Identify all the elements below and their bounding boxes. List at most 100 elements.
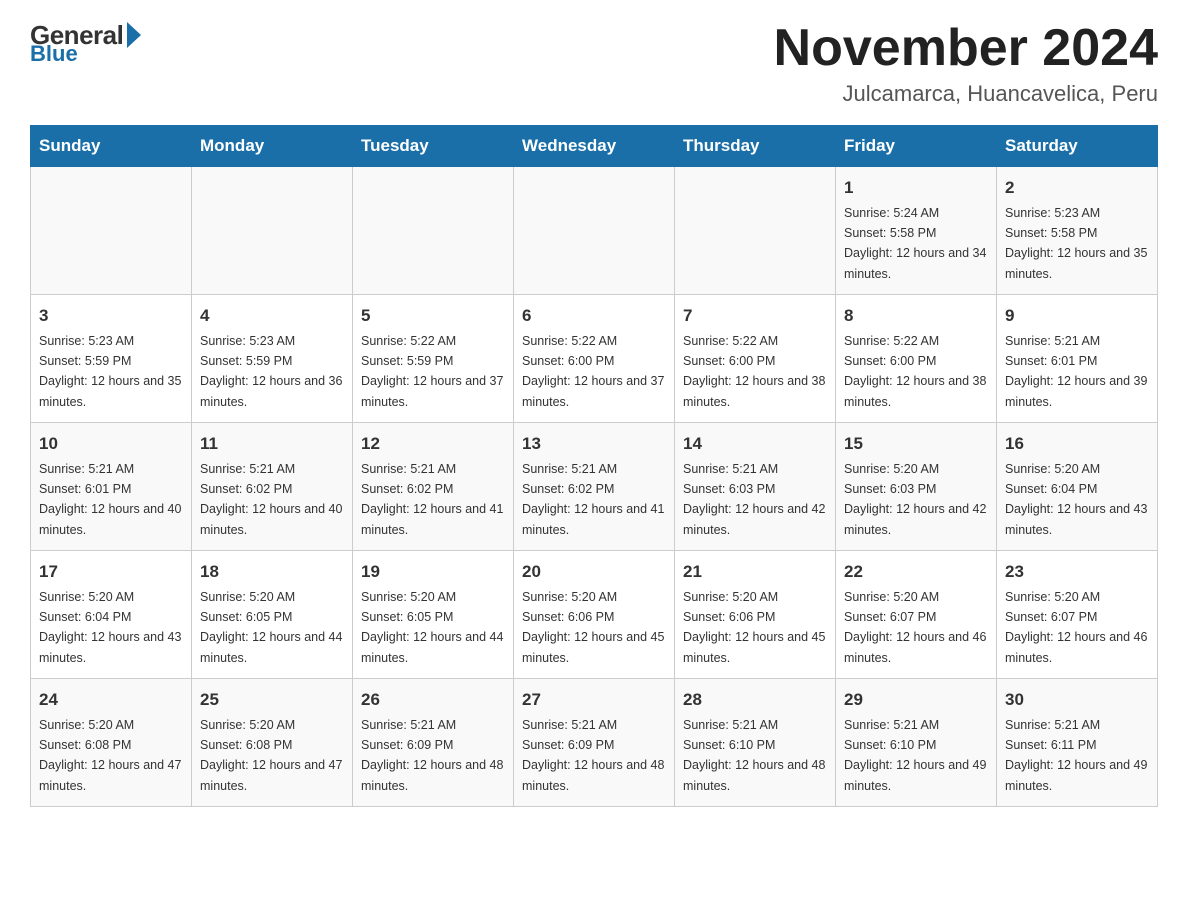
day-number: 4 xyxy=(200,303,344,329)
day-info: Sunrise: 5:22 AMSunset: 6:00 PMDaylight:… xyxy=(683,334,825,409)
day-info: Sunrise: 5:21 AMSunset: 6:01 PMDaylight:… xyxy=(1005,334,1147,409)
calendar-table: Sunday Monday Tuesday Wednesday Thursday… xyxy=(30,125,1158,807)
calendar-header-row: Sunday Monday Tuesday Wednesday Thursday… xyxy=(31,126,1158,167)
logo-arrow-icon xyxy=(127,22,141,48)
calendar-title: November 2024 xyxy=(774,20,1158,77)
calendar-cell: 28 Sunrise: 5:21 AMSunset: 6:10 PMDaylig… xyxy=(675,679,836,807)
calendar-cell xyxy=(353,167,514,295)
logo: General Blue xyxy=(30,20,141,67)
calendar-cell: 17 Sunrise: 5:20 AMSunset: 6:04 PMDaylig… xyxy=(31,551,192,679)
calendar-cell: 15 Sunrise: 5:20 AMSunset: 6:03 PMDaylig… xyxy=(836,423,997,551)
day-info: Sunrise: 5:23 AMSunset: 5:59 PMDaylight:… xyxy=(39,334,181,409)
calendar-cell xyxy=(192,167,353,295)
calendar-cell xyxy=(31,167,192,295)
day-number: 5 xyxy=(361,303,505,329)
header-tuesday: Tuesday xyxy=(353,126,514,167)
calendar-cell: 13 Sunrise: 5:21 AMSunset: 6:02 PMDaylig… xyxy=(514,423,675,551)
calendar-cell: 10 Sunrise: 5:21 AMSunset: 6:01 PMDaylig… xyxy=(31,423,192,551)
header-saturday: Saturday xyxy=(997,126,1158,167)
day-number: 23 xyxy=(1005,559,1149,585)
day-info: Sunrise: 5:23 AMSunset: 5:59 PMDaylight:… xyxy=(200,334,342,409)
header-wednesday: Wednesday xyxy=(514,126,675,167)
calendar-week-row: 10 Sunrise: 5:21 AMSunset: 6:01 PMDaylig… xyxy=(31,423,1158,551)
calendar-cell: 9 Sunrise: 5:21 AMSunset: 6:01 PMDayligh… xyxy=(997,295,1158,423)
calendar-cell: 2 Sunrise: 5:23 AMSunset: 5:58 PMDayligh… xyxy=(997,167,1158,295)
calendar-week-row: 1 Sunrise: 5:24 AMSunset: 5:58 PMDayligh… xyxy=(31,167,1158,295)
calendar-week-row: 17 Sunrise: 5:20 AMSunset: 6:04 PMDaylig… xyxy=(31,551,1158,679)
day-number: 27 xyxy=(522,687,666,713)
day-number: 24 xyxy=(39,687,183,713)
day-number: 22 xyxy=(844,559,988,585)
day-number: 6 xyxy=(522,303,666,329)
day-number: 14 xyxy=(683,431,827,457)
calendar-cell: 24 Sunrise: 5:20 AMSunset: 6:08 PMDaylig… xyxy=(31,679,192,807)
day-info: Sunrise: 5:22 AMSunset: 6:00 PMDaylight:… xyxy=(844,334,986,409)
day-number: 9 xyxy=(1005,303,1149,329)
header-thursday: Thursday xyxy=(675,126,836,167)
day-number: 21 xyxy=(683,559,827,585)
calendar-cell: 5 Sunrise: 5:22 AMSunset: 5:59 PMDayligh… xyxy=(353,295,514,423)
day-number: 12 xyxy=(361,431,505,457)
day-number: 20 xyxy=(522,559,666,585)
day-number: 30 xyxy=(1005,687,1149,713)
day-info: Sunrise: 5:20 AMSunset: 6:03 PMDaylight:… xyxy=(844,462,986,537)
calendar-cell: 11 Sunrise: 5:21 AMSunset: 6:02 PMDaylig… xyxy=(192,423,353,551)
day-info: Sunrise: 5:21 AMSunset: 6:03 PMDaylight:… xyxy=(683,462,825,537)
header-friday: Friday xyxy=(836,126,997,167)
title-section: November 2024 Julcamarca, Huancavelica, … xyxy=(774,20,1158,107)
day-info: Sunrise: 5:21 AMSunset: 6:02 PMDaylight:… xyxy=(522,462,664,537)
day-info: Sunrise: 5:20 AMSunset: 6:05 PMDaylight:… xyxy=(361,590,503,665)
calendar-cell: 27 Sunrise: 5:21 AMSunset: 6:09 PMDaylig… xyxy=(514,679,675,807)
day-number: 15 xyxy=(844,431,988,457)
calendar-cell: 20 Sunrise: 5:20 AMSunset: 6:06 PMDaylig… xyxy=(514,551,675,679)
logo-blue-text: Blue xyxy=(30,41,78,67)
day-info: Sunrise: 5:20 AMSunset: 6:06 PMDaylight:… xyxy=(683,590,825,665)
day-number: 10 xyxy=(39,431,183,457)
day-number: 18 xyxy=(200,559,344,585)
day-info: Sunrise: 5:24 AMSunset: 5:58 PMDaylight:… xyxy=(844,206,986,281)
calendar-cell: 23 Sunrise: 5:20 AMSunset: 6:07 PMDaylig… xyxy=(997,551,1158,679)
day-number: 29 xyxy=(844,687,988,713)
day-info: Sunrise: 5:21 AMSunset: 6:09 PMDaylight:… xyxy=(522,718,664,793)
calendar-cell: 4 Sunrise: 5:23 AMSunset: 5:59 PMDayligh… xyxy=(192,295,353,423)
day-number: 3 xyxy=(39,303,183,329)
day-number: 19 xyxy=(361,559,505,585)
day-info: Sunrise: 5:21 AMSunset: 6:02 PMDaylight:… xyxy=(361,462,503,537)
header-monday: Monday xyxy=(192,126,353,167)
day-info: Sunrise: 5:23 AMSunset: 5:58 PMDaylight:… xyxy=(1005,206,1147,281)
calendar-cell: 7 Sunrise: 5:22 AMSunset: 6:00 PMDayligh… xyxy=(675,295,836,423)
day-number: 7 xyxy=(683,303,827,329)
calendar-cell: 25 Sunrise: 5:20 AMSunset: 6:08 PMDaylig… xyxy=(192,679,353,807)
calendar-cell: 12 Sunrise: 5:21 AMSunset: 6:02 PMDaylig… xyxy=(353,423,514,551)
day-info: Sunrise: 5:21 AMSunset: 6:10 PMDaylight:… xyxy=(844,718,986,793)
day-info: Sunrise: 5:20 AMSunset: 6:07 PMDaylight:… xyxy=(844,590,986,665)
day-info: Sunrise: 5:20 AMSunset: 6:04 PMDaylight:… xyxy=(39,590,181,665)
day-info: Sunrise: 5:20 AMSunset: 6:07 PMDaylight:… xyxy=(1005,590,1147,665)
calendar-cell: 26 Sunrise: 5:21 AMSunset: 6:09 PMDaylig… xyxy=(353,679,514,807)
calendar-cell: 1 Sunrise: 5:24 AMSunset: 5:58 PMDayligh… xyxy=(836,167,997,295)
day-info: Sunrise: 5:20 AMSunset: 6:06 PMDaylight:… xyxy=(522,590,664,665)
page-header: General Blue November 2024 Julcamarca, H… xyxy=(30,20,1158,107)
calendar-subtitle: Julcamarca, Huancavelica, Peru xyxy=(774,81,1158,107)
day-number: 11 xyxy=(200,431,344,457)
day-number: 16 xyxy=(1005,431,1149,457)
calendar-cell xyxy=(675,167,836,295)
day-info: Sunrise: 5:20 AMSunset: 6:08 PMDaylight:… xyxy=(39,718,181,793)
calendar-cell: 29 Sunrise: 5:21 AMSunset: 6:10 PMDaylig… xyxy=(836,679,997,807)
calendar-cell: 14 Sunrise: 5:21 AMSunset: 6:03 PMDaylig… xyxy=(675,423,836,551)
calendar-week-row: 24 Sunrise: 5:20 AMSunset: 6:08 PMDaylig… xyxy=(31,679,1158,807)
day-info: Sunrise: 5:22 AMSunset: 5:59 PMDaylight:… xyxy=(361,334,503,409)
day-number: 8 xyxy=(844,303,988,329)
day-info: Sunrise: 5:21 AMSunset: 6:11 PMDaylight:… xyxy=(1005,718,1147,793)
header-sunday: Sunday xyxy=(31,126,192,167)
calendar-cell: 6 Sunrise: 5:22 AMSunset: 6:00 PMDayligh… xyxy=(514,295,675,423)
calendar-cell: 30 Sunrise: 5:21 AMSunset: 6:11 PMDaylig… xyxy=(997,679,1158,807)
day-info: Sunrise: 5:21 AMSunset: 6:01 PMDaylight:… xyxy=(39,462,181,537)
calendar-cell: 21 Sunrise: 5:20 AMSunset: 6:06 PMDaylig… xyxy=(675,551,836,679)
day-info: Sunrise: 5:20 AMSunset: 6:08 PMDaylight:… xyxy=(200,718,342,793)
calendar-cell xyxy=(514,167,675,295)
day-number: 2 xyxy=(1005,175,1149,201)
calendar-cell: 8 Sunrise: 5:22 AMSunset: 6:00 PMDayligh… xyxy=(836,295,997,423)
day-info: Sunrise: 5:20 AMSunset: 6:04 PMDaylight:… xyxy=(1005,462,1147,537)
calendar-week-row: 3 Sunrise: 5:23 AMSunset: 5:59 PMDayligh… xyxy=(31,295,1158,423)
